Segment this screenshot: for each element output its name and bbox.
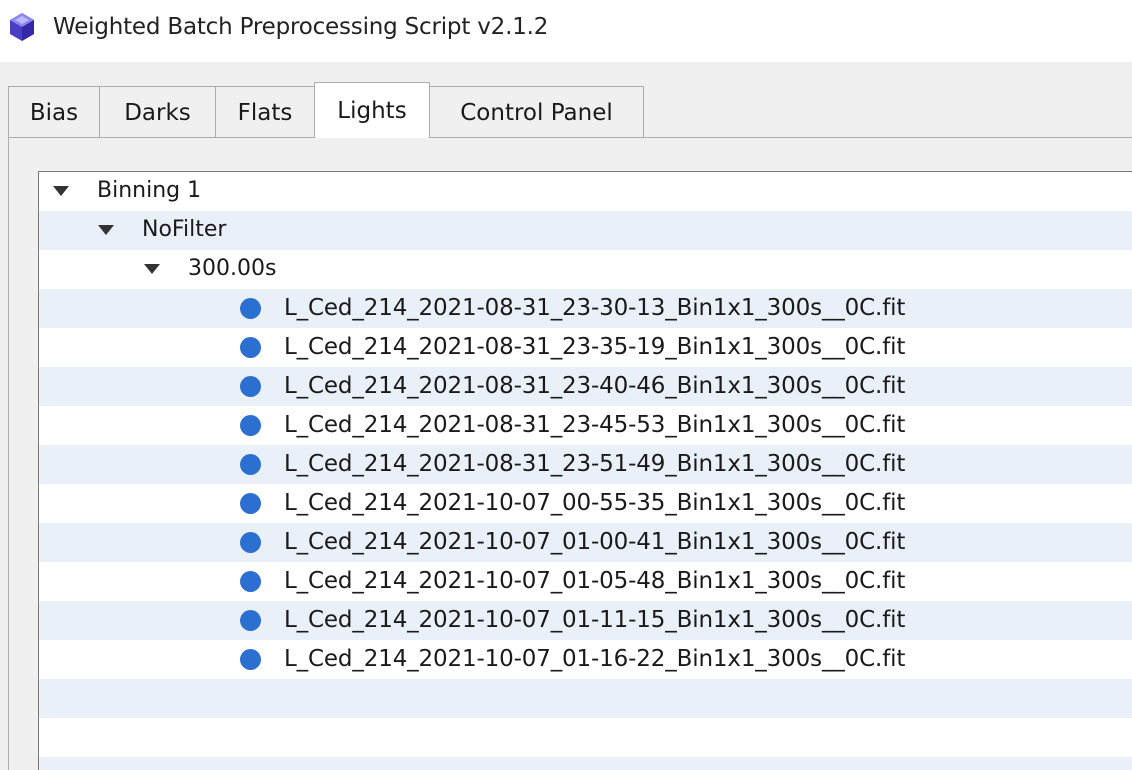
tree-row-file[interactable]: L_Ced_214_2021-08-31_23-30-13_Bin1x1_300… (39, 289, 1132, 328)
tab-strip: Bias Darks Flats Lights Control Panel (8, 82, 644, 138)
file-dot-icon (240, 649, 261, 670)
expand-arrow-icon[interactable] (98, 225, 114, 235)
file-dot-icon (240, 298, 261, 319)
tree-node-exposure-label: 300.00s (188, 256, 277, 281)
tree-row-file[interactable]: L_Ced_214_2021-10-07_01-11-15_Bin1x1_300… (39, 601, 1132, 640)
tab-control-panel[interactable]: Control Panel (429, 86, 644, 138)
file-dot-icon (240, 415, 261, 436)
tree-row-file[interactable]: L_Ced_214_2021-10-07_01-05-48_Bin1x1_300… (39, 562, 1132, 601)
tree-row-file[interactable]: L_Ced_214_2021-08-31_23-45-53_Bin1x1_300… (39, 406, 1132, 445)
window-title: Weighted Batch Preprocessing Script v2.1… (53, 14, 549, 40)
purple-gem-icon (10, 13, 34, 41)
file-dot-icon (240, 610, 261, 631)
file-dot-icon (240, 532, 261, 553)
file-dot-icon (240, 493, 261, 514)
file-name: L_Ced_214_2021-10-07_01-11-15_Bin1x1_300… (284, 607, 906, 633)
file-name: L_Ced_214_2021-10-07_01-00-41_Bin1x1_300… (284, 529, 906, 555)
tab-flats[interactable]: Flats (215, 86, 315, 138)
tree-row-empty (39, 757, 1132, 770)
file-name: L_Ced_214_2021-08-31_23-35-19_Bin1x1_300… (284, 334, 906, 360)
tree-row-binning[interactable]: Binning 1 (39, 172, 1132, 211)
tab-darks[interactable]: Darks (99, 86, 216, 138)
app-window: Weighted Batch Preprocessing Script v2.1… (0, 0, 1132, 770)
lights-file-tree[interactable]: Binning 1 NoFilter 300.00s L_Ced_214_202… (38, 171, 1132, 770)
file-name: L_Ced_214_2021-08-31_23-30-13_Bin1x1_300… (284, 295, 906, 321)
lights-tab-pane: Binning 1 NoFilter 300.00s L_Ced_214_202… (8, 137, 1132, 770)
tree-row-file[interactable]: L_Ced_214_2021-10-07_00-55-35_Bin1x1_300… (39, 484, 1132, 523)
file-name: L_Ced_214_2021-10-07_01-05-48_Bin1x1_300… (284, 568, 906, 594)
tree-row-file[interactable]: L_Ced_214_2021-10-07_01-00-41_Bin1x1_300… (39, 523, 1132, 562)
client-area: Bias Darks Flats Lights Control Panel Bi… (0, 62, 1132, 770)
expand-arrow-icon[interactable] (144, 264, 160, 274)
tab-lights[interactable]: Lights (314, 82, 430, 138)
file-name: L_Ced_214_2021-10-07_00-55-35_Bin1x1_300… (284, 490, 906, 516)
tree-row-filter[interactable]: NoFilter (39, 211, 1132, 250)
file-dot-icon (240, 454, 261, 475)
tree-row-file[interactable]: L_Ced_214_2021-08-31_23-40-46_Bin1x1_300… (39, 367, 1132, 406)
file-name: L_Ced_214_2021-08-31_23-40-46_Bin1x1_300… (284, 373, 906, 399)
tree-row-empty (39, 679, 1132, 718)
tree-node-binning-label: Binning 1 (97, 178, 202, 203)
title-bar[interactable]: Weighted Batch Preprocessing Script v2.1… (0, 0, 1132, 62)
file-name: L_Ced_214_2021-08-31_23-51-49_Bin1x1_300… (284, 451, 906, 477)
file-dot-icon (240, 337, 261, 358)
expand-arrow-icon[interactable] (53, 186, 69, 196)
file-dot-icon (240, 376, 261, 397)
tree-row-exposure[interactable]: 300.00s (39, 250, 1132, 289)
file-name: L_Ced_214_2021-08-31_23-45-53_Bin1x1_300… (284, 412, 906, 438)
file-dot-icon (240, 571, 261, 592)
tree-node-filter-label: NoFilter (142, 217, 227, 242)
tree-row-file[interactable]: L_Ced_214_2021-10-07_01-16-22_Bin1x1_300… (39, 640, 1132, 679)
tree-row-file[interactable]: L_Ced_214_2021-08-31_23-51-49_Bin1x1_300… (39, 445, 1132, 484)
tree-row-file[interactable]: L_Ced_214_2021-08-31_23-35-19_Bin1x1_300… (39, 328, 1132, 367)
tab-bias[interactable]: Bias (8, 86, 100, 138)
tree-row-empty (39, 718, 1132, 757)
file-name: L_Ced_214_2021-10-07_01-16-22_Bin1x1_300… (284, 646, 906, 672)
